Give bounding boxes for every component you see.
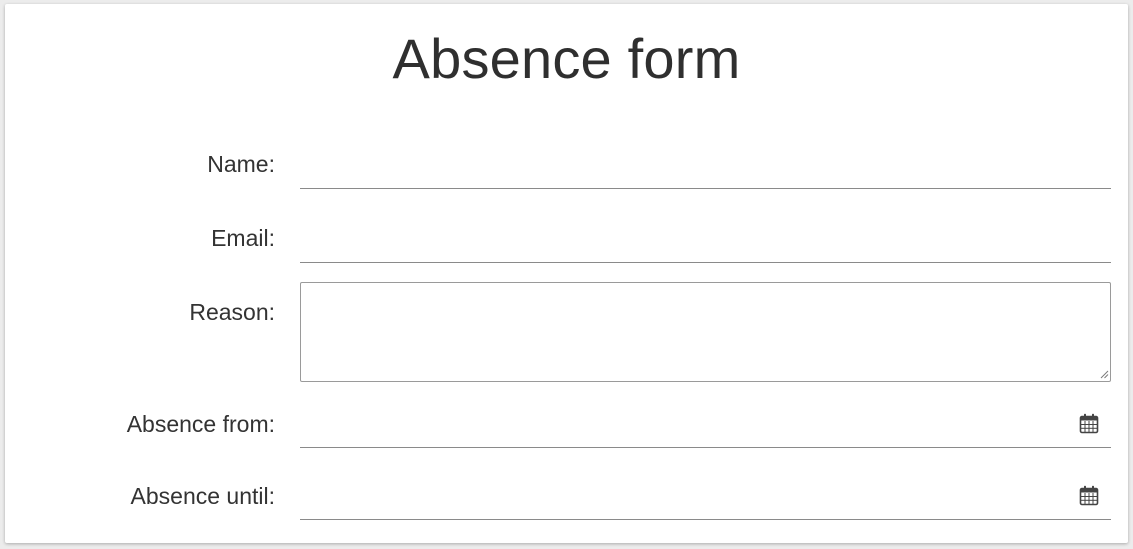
- email-label: Email:: [211, 225, 275, 251]
- reason-textarea[interactable]: [300, 282, 1111, 382]
- absence-from-label: Absence from:: [126, 411, 275, 437]
- absence-form-card: Absence form Name: Email: Reason: Absenc…: [5, 4, 1128, 543]
- absence-until-input[interactable]: [300, 482, 1111, 520]
- page-title: Absence form: [392, 27, 741, 90]
- reason-label: Reason:: [189, 299, 275, 325]
- name-label: Name:: [207, 151, 275, 177]
- absence-from-input[interactable]: [300, 410, 1111, 448]
- absence-until-label: Absence until:: [130, 483, 275, 509]
- name-input[interactable]: [300, 151, 1111, 189]
- calendar-icon[interactable]: [1079, 485, 1099, 506]
- resize-grip-icon[interactable]: [1100, 370, 1109, 379]
- calendar-icon[interactable]: [1079, 413, 1099, 434]
- email-input[interactable]: [300, 225, 1111, 263]
